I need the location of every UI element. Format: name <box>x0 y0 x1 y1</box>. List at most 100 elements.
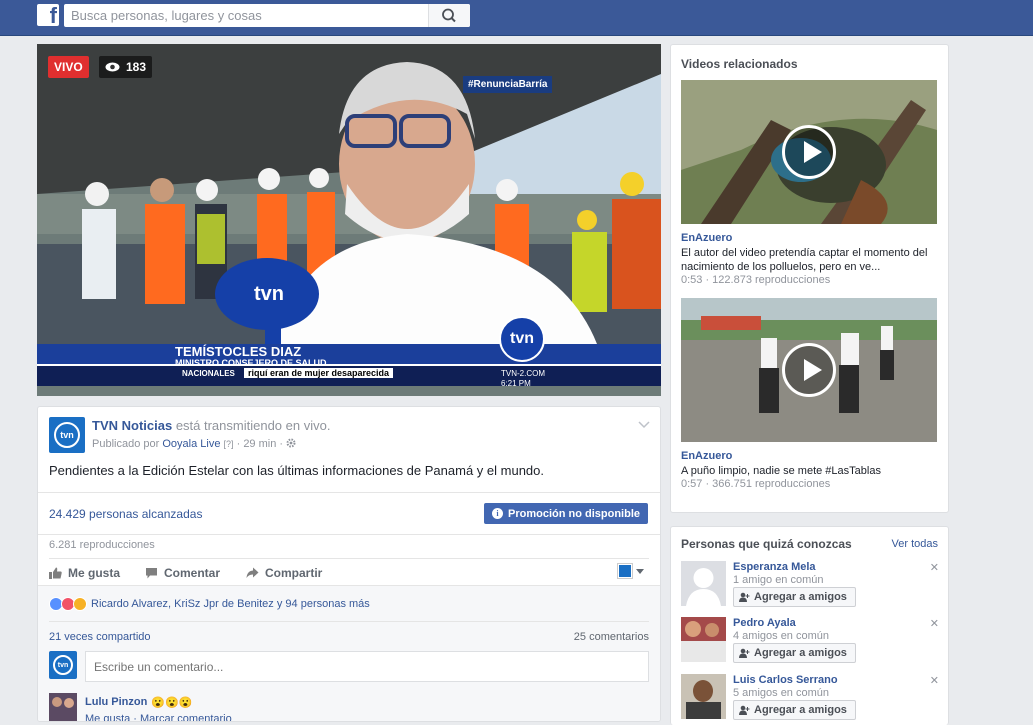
add-friend-icon <box>739 592 750 602</box>
lower-third-bars <box>37 344 661 386</box>
dismiss-close-icon[interactable]: ✕ <box>930 617 939 630</box>
person-name[interactable]: Pedro Ayala <box>733 617 796 629</box>
viewer-count-badge: 183 <box>99 56 153 78</box>
live-post-card: tvn TVN Noticias está transmitiendo en v… <box>37 406 661 722</box>
divider <box>49 621 649 622</box>
default-avatar-icon <box>686 568 721 606</box>
person-suggestion: Pedro Ayala 4 amigos en común Agregar a … <box>681 617 941 667</box>
tvn-channel-logo: tvn <box>499 316 545 362</box>
eye-icon <box>105 62 120 72</box>
comment-bubble-icon <box>146 568 157 579</box>
video-source-link[interactable]: EnAzuero <box>681 450 732 462</box>
see-all-link[interactable]: Ver todas <box>892 538 938 550</box>
video-hashtag: #RenunciaBarría <box>463 76 553 93</box>
related-videos-title: Videos relacionados <box>681 57 798 71</box>
mutual-friends[interactable]: 1 amigo en común <box>733 574 824 586</box>
divider <box>38 534 660 535</box>
help-mark[interactable]: [?] <box>224 439 234 449</box>
add-friend-icon <box>739 705 750 715</box>
search-icon <box>442 8 456 23</box>
tvn-logo-icon: tvn <box>54 422 80 448</box>
page-avatar[interactable]: tvn <box>49 417 85 453</box>
lower-third: TEMÍSTOCLES DIAZ MINISTRO CONSEJERO DE S… <box>37 344 661 388</box>
person-suggestion: Esperanza Mela 1 amigo en común Agregar … <box>681 561 941 611</box>
published-by-prefix: Publicado por <box>92 438 160 450</box>
dismiss-close-icon[interactable]: ✕ <box>930 674 939 687</box>
add-friend-button[interactable]: Agregar a amigos <box>733 643 856 663</box>
mutual-friends[interactable]: 5 amigos en común <box>733 687 829 699</box>
divider <box>49 558 649 559</box>
live-badge: VIVO <box>48 56 89 78</box>
play-count: 6.281 reproducciones <box>49 539 155 551</box>
post-time[interactable]: 29 min <box>243 438 276 450</box>
live-status-text: está transmitiendo en vivo. <box>175 418 331 433</box>
post-options-chevron-icon[interactable] <box>638 421 650 429</box>
page-mini-avatar-icon <box>618 564 632 578</box>
comment-author-name[interactable]: Lulu Pinzon <box>85 696 147 709</box>
related-videos-card: Videos relacionados EnAzuero El autor de… <box>670 44 949 513</box>
search-input[interactable] <box>64 4 424 27</box>
commenter-avatar: tvn <box>49 651 77 679</box>
facebook-logo-icon[interactable]: f <box>37 4 59 26</box>
reactions-row[interactable]: Ricardo Alvarez, KriSz Jpr de Benitez y … <box>49 597 370 611</box>
page-name-link[interactable]: TVN Noticias <box>92 418 172 433</box>
search-button[interactable] <box>428 4 470 27</box>
news-ticker: riquí eran de mujer desaparecida <box>244 368 394 378</box>
comment-input[interactable] <box>85 651 649 682</box>
like-button[interactable]: Me gusta <box>49 566 120 580</box>
comment-emojis: 😮😮😮 <box>151 697 193 709</box>
person-photo[interactable] <box>681 617 726 662</box>
promotion-button[interactable]: i Promoción no disponible <box>484 503 648 524</box>
comment-actions[interactable]: Me gusta · Marcar comentario <box>85 713 232 721</box>
share-button[interactable]: Compartir <box>246 566 322 580</box>
reactions-text: Ricardo Alvarez, KriSz Jpr de Benitez y … <box>91 598 370 610</box>
divider <box>38 492 660 493</box>
promotion-label: Promoción no disponible <box>508 507 640 520</box>
privacy-gear-icon <box>286 438 296 448</box>
add-friend-button[interactable]: Agregar a amigos <box>733 700 856 720</box>
dismiss-close-icon[interactable]: ✕ <box>930 561 939 574</box>
related-video-thumbnail[interactable] <box>681 298 937 442</box>
search-box <box>64 4 470 27</box>
first-comment: Lulu Pinzon 😮😮😮 <box>85 696 192 709</box>
caret-down-icon <box>636 568 644 574</box>
reach-text[interactable]: 24.429 personas alcanzadas <box>49 507 202 521</box>
like-label: Me gusta <box>68 566 121 580</box>
person-name[interactable]: Luis Carlos Serrano <box>733 674 838 686</box>
share-arrow-icon <box>246 567 259 578</box>
mutual-friends[interactable]: 4 amigos en común <box>733 630 829 642</box>
video-source-link[interactable]: EnAzuero <box>681 232 732 244</box>
share-label: Compartir <box>265 566 323 580</box>
news-section: NACIONALES <box>182 369 235 378</box>
post-meta: Publicado por Ooyala Live [?] · 29 min · <box>92 438 296 450</box>
video-meta: 0:57 · 366.751 reproducciones <box>681 478 831 490</box>
post-header: TVN Noticias está transmitiendo en vivo. <box>92 418 330 433</box>
related-video-thumbnail[interactable] <box>681 80 937 224</box>
svg-text:tvn: tvn <box>254 283 284 305</box>
add-friend-button[interactable]: Agregar a amigos <box>733 587 856 607</box>
play-icon <box>782 343 836 397</box>
publisher-link[interactable]: Ooyala Live <box>162 438 220 450</box>
person-photo[interactable] <box>681 561 726 606</box>
comment-button[interactable]: Comentar <box>145 566 220 580</box>
tvn-logo-icon: tvn <box>53 655 73 675</box>
add-friend-icon <box>739 648 750 658</box>
thumbs-up-icon <box>49 567 62 579</box>
live-video-player[interactable]: tvn VIVO 183 #RenunciaBarría TEMÍSTOCLES… <box>37 44 661 396</box>
video-meta: 0:53 · 122.873 reproducciones <box>681 274 831 286</box>
person-name[interactable]: Esperanza Mela <box>733 561 816 573</box>
video-description[interactable]: El autor del video pretendía captar el m… <box>681 246 937 274</box>
info-icon: i <box>492 508 503 519</box>
channel-site: TVN-2.COM <box>501 369 545 378</box>
comment-author-avatar[interactable] <box>49 693 77 721</box>
audience-selector[interactable] <box>618 564 644 578</box>
top-bar: f <box>0 0 1033 36</box>
person-photo[interactable] <box>681 674 726 719</box>
post-body: Pendientes a la Edición Estelar con las … <box>49 463 544 478</box>
viewer-count: 183 <box>126 60 147 74</box>
comments-count-link[interactable]: 25 comentarios <box>574 631 649 643</box>
play-icon <box>782 125 836 179</box>
person-suggestion: Luis Carlos Serrano 5 amigos en común Ag… <box>681 674 941 724</box>
video-description[interactable]: A puño limpio, nadie se mete #LasTablas <box>681 464 937 478</box>
shares-link[interactable]: 21 veces compartido <box>49 631 151 643</box>
